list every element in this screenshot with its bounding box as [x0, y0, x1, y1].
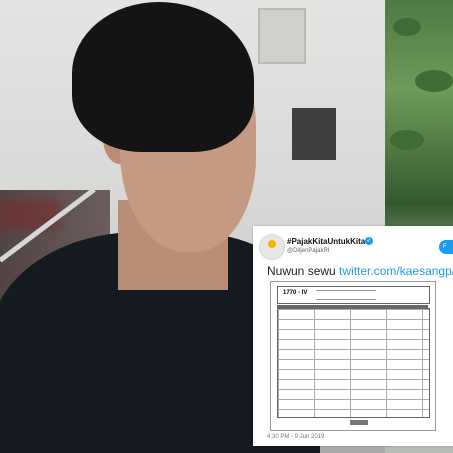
tweet-timestamp: 4:30 PM - 9 Jun 2019: [267, 434, 325, 440]
wall-frame: [258, 8, 306, 64]
display-name: #PajakKitaUntukKita: [287, 237, 366, 246]
wall-frame-dark: [292, 108, 336, 160]
djp-logo-icon: [259, 234, 285, 260]
form-table: [277, 308, 430, 418]
leaf: [390, 130, 424, 150]
logo-dot-icon: [268, 240, 276, 248]
leaf: [415, 70, 453, 92]
username: @DitjenPajakRI: [287, 248, 330, 254]
background-blur: [0, 200, 60, 230]
form-header: 1770 - IV: [277, 286, 430, 304]
follow-button[interactable]: F: [439, 240, 453, 254]
tax-form-image: 1770 - IV: [270, 281, 436, 431]
tweet-message: Nuwun sewu: [267, 264, 340, 278]
tweet-text: Nuwun sewu twitter.com/kaesangp/s: [267, 264, 453, 278]
leaf: [393, 18, 421, 36]
form-header-lines: [316, 290, 376, 300]
tweet-link[interactable]: twitter.com/kaesangp/s: [339, 264, 453, 278]
form-stamp: [350, 420, 368, 425]
verified-badge-icon: ✓: [365, 237, 373, 245]
tweet-card[interactable]: #PajakKitaUntukKita ✓ @DitjenPajakRI F N…: [253, 226, 453, 446]
form-code: 1770 - IV: [283, 290, 308, 296]
